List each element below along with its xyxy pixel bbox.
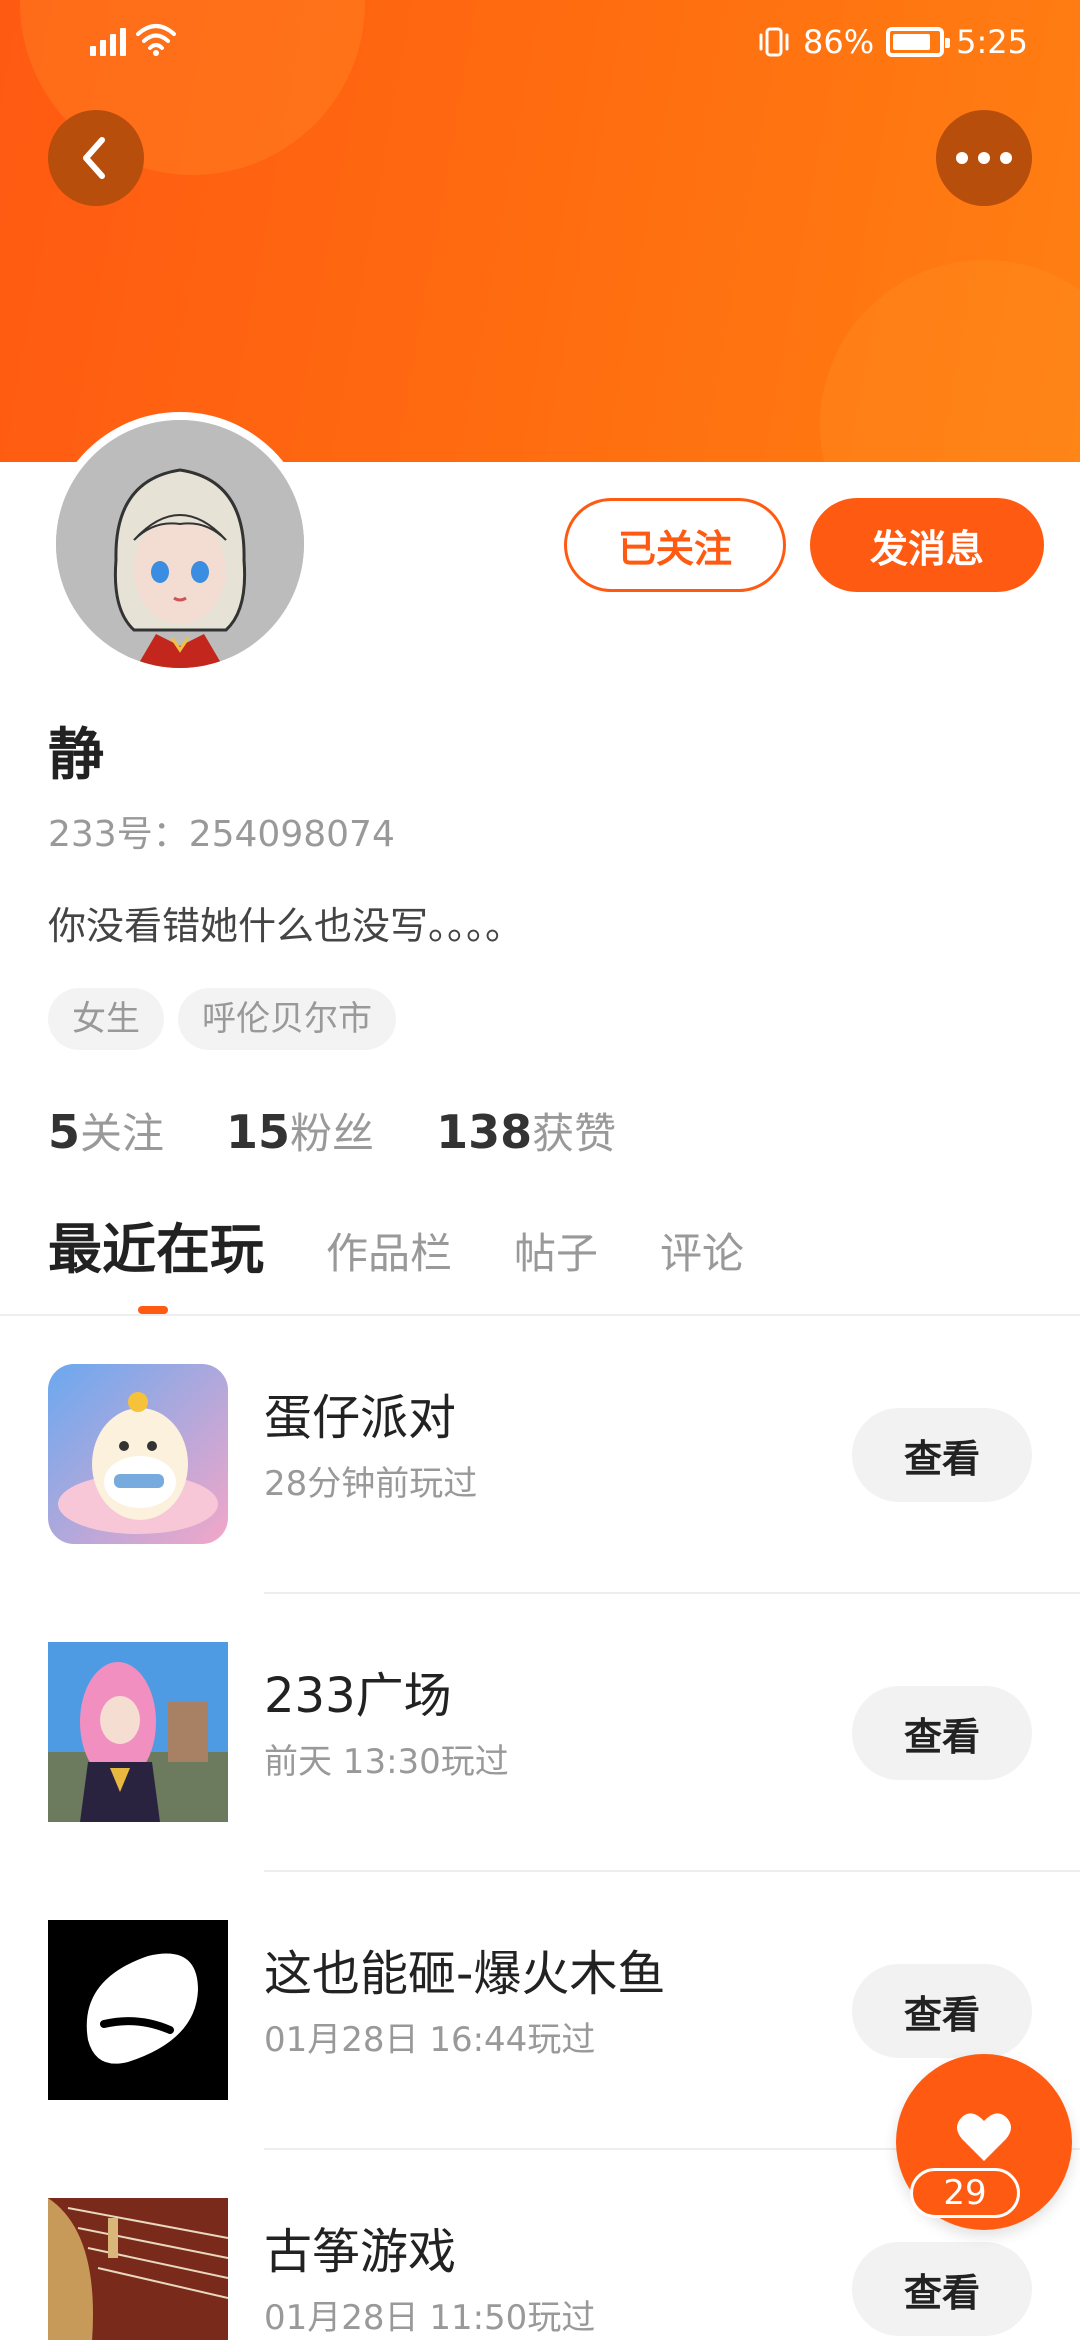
stat-following[interactable]: 5关注 <box>48 1100 164 1161</box>
banner-decoration <box>820 260 1080 462</box>
battery-percent: 86% <box>803 23 875 61</box>
profile-screen: 86% 5:25 已关注 发消息 静 233号：254098074 你没看错她什… <box>0 0 1080 2340</box>
game-icon <box>48 1642 228 1822</box>
tab-indicator <box>138 1306 168 1314</box>
more-horizontal-icon <box>956 152 1012 164</box>
like-count-badge: 29 <box>910 2168 1020 2218</box>
more-button[interactable] <box>936 110 1032 206</box>
game-icon <box>48 1364 228 1544</box>
profile-name: 静 <box>48 723 104 788</box>
signal-icon <box>90 22 126 56</box>
game-last-played: 01月28日 11:50玩过 <box>264 2298 596 2338</box>
game-last-played: 前天 13:30玩过 <box>264 1742 509 1782</box>
chevron-left-icon <box>83 137 105 179</box>
send-message-button[interactable]: 发消息 <box>810 498 1044 592</box>
tab-comments[interactable]: 评论 <box>660 1222 744 1286</box>
profile-tags: 女生 呼伦贝尔市 <box>48 988 396 1050</box>
back-button[interactable] <box>48 110 144 206</box>
game-title: 这也能砸-爆火木鱼 <box>264 1946 666 2002</box>
wifi-icon <box>136 24 176 56</box>
tab-recently-played[interactable]: 最近在玩 <box>48 1218 264 1282</box>
view-button[interactable]: 查看 <box>852 1686 1032 1780</box>
status-bar: 86% 5:25 <box>0 0 1080 84</box>
game-icon <box>48 1920 228 2100</box>
avatar-image <box>56 420 304 668</box>
game-title: 蛋仔派对 <box>264 1390 457 1446</box>
profile-uid: 233号：254098074 <box>48 814 395 855</box>
profile-bio: 你没看错她什么也没写。。。。 <box>48 904 524 948</box>
view-button[interactable]: 查看 <box>852 2242 1032 2336</box>
vibrate-icon <box>759 27 789 57</box>
heart-icon <box>957 2113 1011 2161</box>
clock: 5:25 <box>956 23 1028 61</box>
game-title: 233广场 <box>264 1668 452 1724</box>
avatar[interactable] <box>48 412 312 676</box>
stat-followers[interactable]: 15粉丝 <box>226 1100 374 1161</box>
stat-likes[interactable]: 138获赞 <box>436 1100 616 1161</box>
view-button[interactable]: 查看 <box>852 1964 1032 2058</box>
tab-posts[interactable]: 帖子 <box>514 1222 598 1286</box>
tag-location: 呼伦贝尔市 <box>178 988 396 1050</box>
tab-works[interactable]: 作品栏 <box>326 1222 452 1286</box>
followed-button[interactable]: 已关注 <box>564 498 786 592</box>
list-item[interactable]: 233广场 前天 13:30玩过 查看 <box>0 1594 1080 1872</box>
tag-gender: 女生 <box>48 988 164 1050</box>
status-left <box>90 22 176 56</box>
view-button[interactable]: 查看 <box>852 1408 1032 1502</box>
status-right: 86% 5:25 <box>757 22 1028 62</box>
profile-stats: 5关注 15粉丝 138获赞 <box>48 1100 616 1161</box>
game-last-played: 01月28日 16:44玩过 <box>264 2020 596 2060</box>
game-title: 古筝游戏 <box>264 2224 457 2280</box>
battery-icon <box>886 27 951 57</box>
list-item[interactable]: 蛋仔派对 28分钟前玩过 查看 <box>0 1316 1080 1594</box>
profile-tabs: 最近在玩 作品栏 帖子 评论 <box>48 1218 744 1286</box>
game-last-played: 28分钟前玩过 <box>264 1464 478 1504</box>
game-icon <box>48 2198 228 2340</box>
